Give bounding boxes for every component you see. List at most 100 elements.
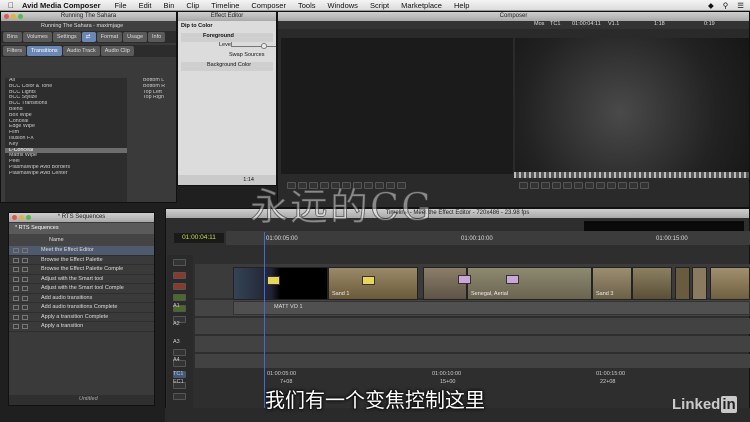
apple-icon[interactable]: 	[0, 1, 22, 10]
level-slider-thumb[interactable]	[261, 43, 267, 49]
timeline-overview[interactable]	[584, 221, 744, 231]
foreground-group[interactable]: Foreground	[181, 33, 273, 42]
step-back-icon[interactable]	[552, 182, 561, 189]
table-row[interactable]: Meet the Effect Editor	[9, 246, 154, 256]
tab-format[interactable]: Format	[96, 32, 123, 42]
level-slider[interactable]	[231, 46, 276, 47]
table-row[interactable]: Adjust with the Smart tool Comple	[9, 284, 154, 294]
table-row[interactable]: Add audio transitions Complete	[9, 303, 154, 313]
menu-composer[interactable]: Composer	[251, 1, 286, 10]
position-bar[interactable]	[514, 172, 749, 178]
play-icon[interactable]	[541, 182, 550, 189]
transition-effect-icon[interactable]	[506, 275, 519, 284]
list-item[interactable]: PlasmaWipe Avid Center	[5, 171, 127, 177]
table-row[interactable]: Browse the Effect Palette Comple	[9, 265, 154, 275]
minimize-icon[interactable]	[19, 215, 24, 220]
track-a2	[195, 318, 750, 334]
menu-file[interactable]: File	[115, 1, 127, 10]
duration2-label: 0:19	[704, 21, 715, 27]
dropbox-icon[interactable]: ◆	[708, 1, 714, 10]
timeline-ruler[interactable]: 01:00:05:00 01:00:10:00 01:00:15:00	[226, 231, 750, 245]
background-color-group[interactable]: Background Color	[181, 62, 273, 71]
record-monitor[interactable]	[515, 38, 749, 174]
transition-effect-icon[interactable]	[267, 276, 280, 285]
list-item[interactable]: Top Righ	[139, 95, 177, 101]
track-header-a4[interactable]: A4	[170, 354, 195, 366]
go-to-in-icon[interactable]	[574, 182, 583, 189]
tab-settings[interactable]: Settings	[52, 32, 81, 42]
menu-tools[interactable]: Tools	[298, 1, 316, 10]
tab-audio-track[interactable]: Audio Track	[62, 46, 100, 56]
clip[interactable]	[675, 267, 690, 300]
clip[interactable]: Sand 3	[592, 267, 632, 300]
track-header-a3[interactable]: A3	[170, 336, 195, 348]
swap-sources-label: Swap Sources	[229, 52, 265, 58]
trim-icon[interactable]	[607, 182, 616, 189]
mark-in-icon[interactable]	[519, 182, 528, 189]
clip[interactable]	[632, 267, 672, 300]
clip[interactable]: Senegal, Aerial	[467, 267, 592, 300]
render-icon[interactable]	[629, 182, 638, 189]
menu-clip[interactable]: Clip	[186, 1, 199, 10]
clip[interactable]	[710, 267, 750, 300]
tab-transitions[interactable]: Transitions	[26, 46, 62, 56]
go-to-out-icon[interactable]	[585, 182, 594, 189]
sequence-list: Meet the Effect Editor Browse the Effect…	[9, 246, 154, 332]
table-row[interactable]: Add audio transitions	[9, 294, 154, 303]
effect-tabs: Filters Transitions Audio Track Audio Cl…	[1, 45, 176, 57]
effect-params: Dip to Color Foreground Level Swap Sourc…	[178, 21, 276, 73]
menu-script[interactable]: Script	[370, 1, 389, 10]
track-header-a2[interactable]: A2	[170, 318, 195, 330]
step-forward-icon[interactable]	[563, 182, 572, 189]
tab-volumes[interactable]: Volumes	[22, 32, 52, 42]
effect-name: Dip to Color	[181, 23, 213, 29]
tab-filters[interactable]: Filters	[3, 46, 26, 56]
minimize-icon[interactable]	[11, 14, 16, 19]
menu-timeline[interactable]: Timeline	[211, 1, 239, 10]
track-v1: Sand 1 Senegal, Aerial Sand 3	[195, 264, 750, 300]
video-quality-icon[interactable]	[640, 182, 649, 189]
table-row[interactable]: Apply a transition	[9, 322, 154, 332]
mark-out-icon[interactable]	[530, 182, 539, 189]
close-icon[interactable]	[12, 215, 17, 220]
transition-effect-icon[interactable]	[458, 275, 471, 284]
menu-help[interactable]: Help	[454, 1, 469, 10]
tab-usage[interactable]: Usage	[123, 32, 148, 42]
source-monitor[interactable]	[281, 38, 513, 174]
table-row[interactable]: Browse the Effect Palette	[9, 256, 154, 265]
clip[interactable]	[233, 267, 328, 300]
splice-tool-icon[interactable]	[173, 272, 186, 279]
list-icon[interactable]: ☰	[737, 1, 744, 10]
duration-label: 1:18	[654, 21, 665, 27]
menu-marketplace[interactable]: Marketplace	[401, 1, 442, 10]
overwrite-tool-icon[interactable]	[173, 283, 186, 290]
mos-label: Mos	[534, 21, 545, 27]
tab-info[interactable]: Info	[148, 32, 166, 42]
menu-windows[interactable]: Windows	[328, 1, 358, 10]
tab-audio-clip[interactable]: Audio Clip	[100, 46, 134, 56]
zoom-icon[interactable]	[26, 215, 31, 220]
tab-effects[interactable]: ⇄	[81, 32, 96, 42]
add-edit-icon[interactable]	[596, 182, 605, 189]
tc1-label: TC1	[550, 21, 561, 27]
menu-bin[interactable]: Bin	[164, 1, 175, 10]
app-menu[interactable]: Avid Media Composer	[22, 1, 101, 10]
name-column-header[interactable]: Name	[9, 234, 154, 246]
transition-effect-icon[interactable]	[362, 276, 375, 285]
table-row[interactable]: Adjust with the Smart tool	[9, 275, 154, 284]
close-icon[interactable]	[4, 14, 9, 19]
search-icon[interactable]: ⚲	[723, 1, 729, 10]
audio-clip[interactable]: MATT VO 1	[233, 301, 750, 315]
track-header-a1[interactable]: A1	[170, 300, 195, 312]
menu-edit[interactable]: Edit	[139, 1, 152, 10]
sequences-tab[interactable]: * RTS Sequences	[9, 223, 154, 234]
video-track-button[interactable]	[173, 259, 186, 266]
clip[interactable]	[692, 267, 707, 300]
zoom-icon[interactable]	[18, 14, 23, 19]
composer-titlebar: Composer	[278, 12, 749, 21]
effect-mode-icon[interactable]	[618, 182, 627, 189]
tab-bins[interactable]: Bins	[3, 32, 22, 42]
table-row[interactable]: Apply a transition Complete	[9, 313, 154, 322]
track-header-tc1[interactable]: TC1	[170, 370, 195, 378]
swap-sources-row[interactable]: Swap Sources	[181, 52, 273, 62]
